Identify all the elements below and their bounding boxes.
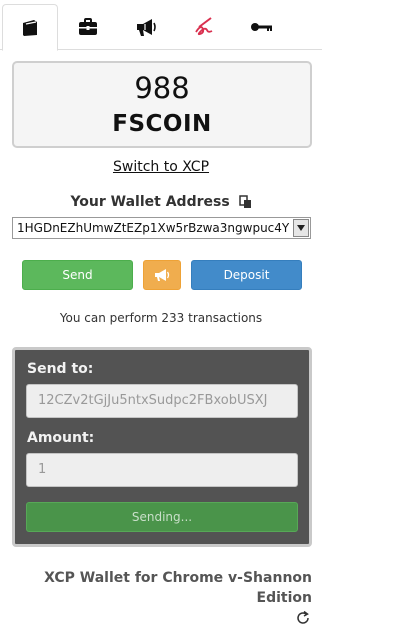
wallet-address-value: 1HGDnEZhUmwZtEZp1Xw5rBzwa3ngwpuc4Y	[17, 221, 290, 235]
send-panel: Send to: 12CZv2tGjJu5ntxSudpc2FBxobUSXJ …	[12, 347, 312, 547]
signature-icon	[195, 17, 213, 36]
chevron-down-icon[interactable]	[293, 219, 309, 237]
send-button[interactable]: Send	[22, 260, 133, 290]
wallet-address-select[interactable]: 1HGDnEZhUmwZtEZp1Xw5rBzwa3ngwpuc4Y	[12, 217, 311, 239]
briefcase-icon	[79, 18, 97, 35]
balance-display: 988 FSCOIN	[12, 61, 312, 148]
balance-asset: FSCOIN	[112, 111, 212, 137]
sending-button[interactable]: Sending...	[26, 502, 298, 532]
balance-amount: 988	[134, 71, 190, 105]
refresh-icon[interactable]	[295, 610, 311, 626]
key-icon	[251, 23, 272, 31]
transaction-capacity-text: You can perform 233 transactions	[59, 311, 263, 325]
send-to-input[interactable]: 12CZv2tGjJu5ntxSudpc2FBxobUSXJ	[26, 384, 298, 418]
tab-sign[interactable]	[176, 4, 232, 50]
tab-tools[interactable]	[60, 4, 116, 50]
wallet-address-heading: Your Wallet Address	[0, 194, 322, 213]
tab-wallet[interactable]	[2, 4, 58, 51]
broadcast-button[interactable]	[143, 260, 181, 290]
wallet-app: 988 FSCOIN Switch to XCP Your Wallet Add…	[0, 0, 400, 626]
bullhorn-icon	[155, 269, 170, 281]
app-version-title: XCP Wallet for Chrome v-Shannon Edition	[44, 570, 312, 606]
deposit-button[interactable]: Deposit	[191, 260, 302, 290]
tab-broadcast[interactable]	[118, 4, 174, 50]
amount-label: Amount:	[27, 430, 95, 446]
amount-input[interactable]: 1	[26, 453, 298, 487]
send-to-label: Send to:	[27, 361, 94, 377]
copy-icon[interactable]	[238, 195, 252, 213]
switch-asset-link[interactable]: Switch to XCP	[0, 159, 322, 175]
wallet-address-label: Your Wallet Address	[70, 194, 230, 210]
tab-keys[interactable]	[234, 4, 290, 50]
tab-bar	[0, 4, 322, 51]
wallet-icon	[23, 19, 37, 36]
megaphone-icon	[137, 19, 156, 36]
